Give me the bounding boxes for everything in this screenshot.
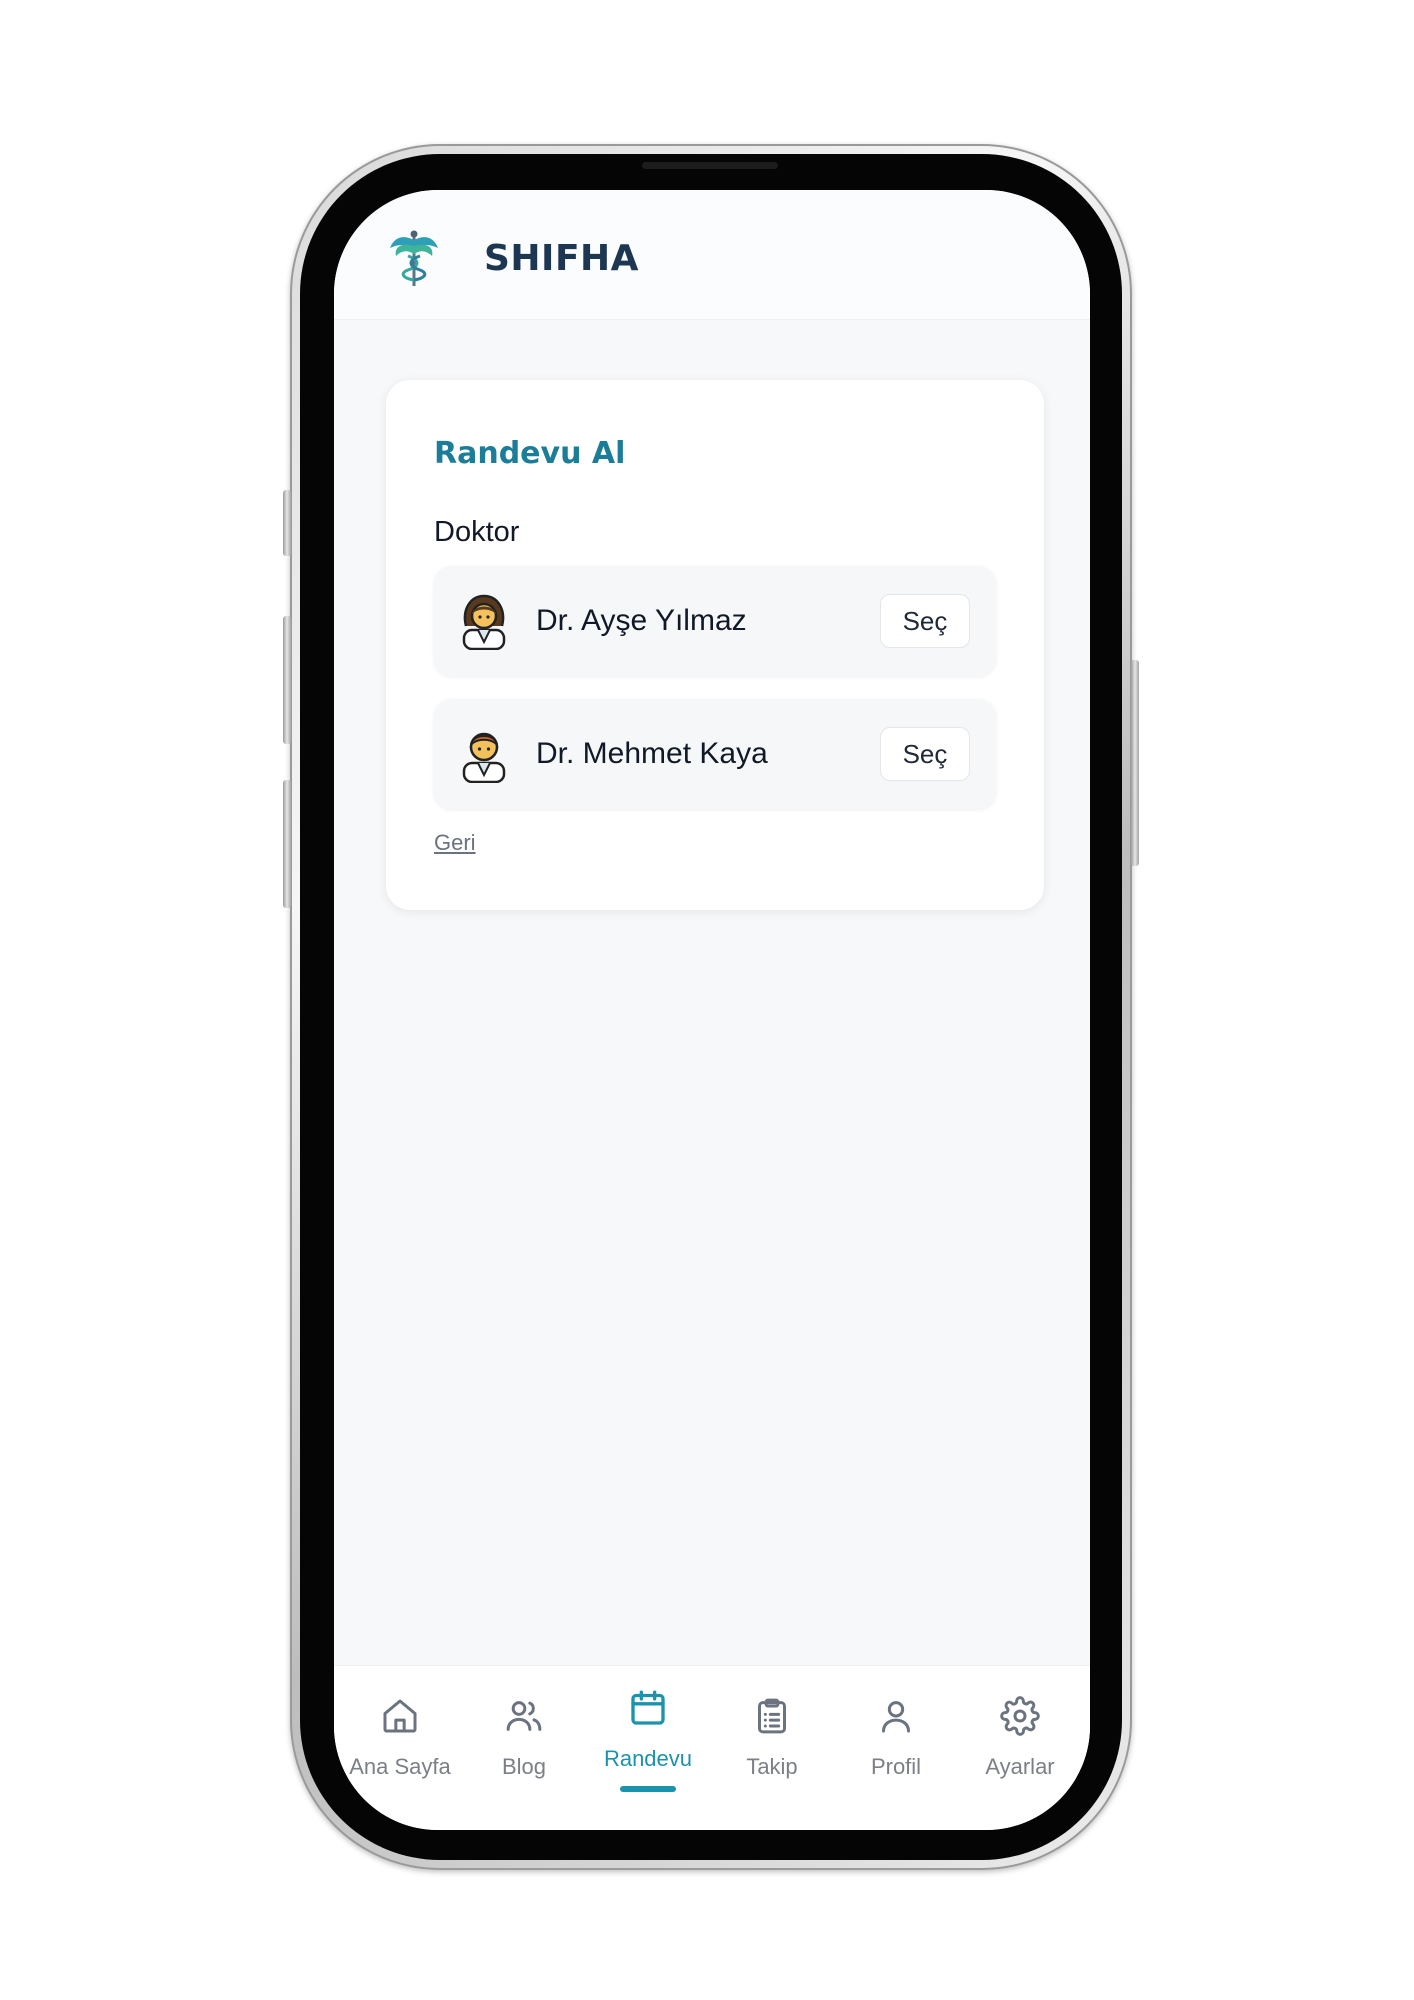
app-header: SHIFHA (334, 190, 1090, 320)
doctor-field-label: Doktor (434, 516, 520, 548)
nav-item-takip[interactable]: Takip (709, 1666, 835, 1806)
back-link[interactable]: Geri (434, 830, 476, 856)
user-icon (882, 1701, 910, 1733)
volume-down-button (283, 780, 291, 908)
nav-label: Ayarlar (985, 1754, 1055, 1779)
mute-switch (283, 490, 291, 556)
nav-item-blog[interactable]: Blog (461, 1666, 587, 1806)
female-doctor-icon (462, 594, 506, 650)
users-icon (506, 1701, 542, 1731)
nav-item-randevu[interactable]: Randevu (585, 1666, 711, 1806)
select-doctor-button[interactable]: Seç (880, 727, 970, 781)
appointment-card: Randevu Al Doktor Dr. Ayşe Yılmaz Seç Dr… (386, 380, 1044, 910)
gear-icon (1000, 1696, 1040, 1736)
doctor-list-item[interactable]: Dr. Ayşe Yılmaz Seç (434, 566, 996, 676)
power-button (1131, 660, 1139, 866)
male-doctor-icon (462, 732, 506, 783)
app-brand-title: SHIFHA (484, 238, 640, 279)
calendar-icon (631, 1690, 665, 1725)
doctor-name: Dr. Ayşe Yılmaz (536, 604, 747, 637)
nav-item-profil[interactable]: Profil (833, 1666, 959, 1806)
doctor-name: Dr. Mehmet Kaya (536, 737, 768, 770)
card-title: Randevu Al (434, 436, 626, 471)
nav-label: Ana Sayfa (349, 1754, 451, 1779)
nav-item-ayarlar[interactable]: Ayarlar (957, 1666, 1083, 1806)
select-doctor-button[interactable]: Seç (880, 594, 970, 648)
bottom-navigation: Ana Sayfa Blog Randevu Takip Profil Ayar… (334, 1665, 1090, 1830)
nav-label: Randevu (603, 1746, 693, 1771)
earpiece-speaker (642, 162, 778, 169)
app-screen: SHIFHA Randevu Al Doktor Dr. Ayşe Yılmaz… (334, 190, 1090, 1830)
doctor-list-item[interactable]: Dr. Mehmet Kaya Seç (434, 699, 996, 809)
active-tab-indicator (620, 1786, 676, 1792)
nav-item-home[interactable]: Ana Sayfa (337, 1666, 463, 1806)
nav-label: Takip (746, 1754, 798, 1779)
caduceus-logo-icon (390, 230, 438, 286)
nav-label: Blog (501, 1754, 547, 1779)
home-icon (383, 1699, 417, 1733)
volume-up-button (283, 616, 291, 744)
nav-label: Profil (870, 1754, 922, 1779)
clipboard-icon (758, 1698, 786, 1734)
